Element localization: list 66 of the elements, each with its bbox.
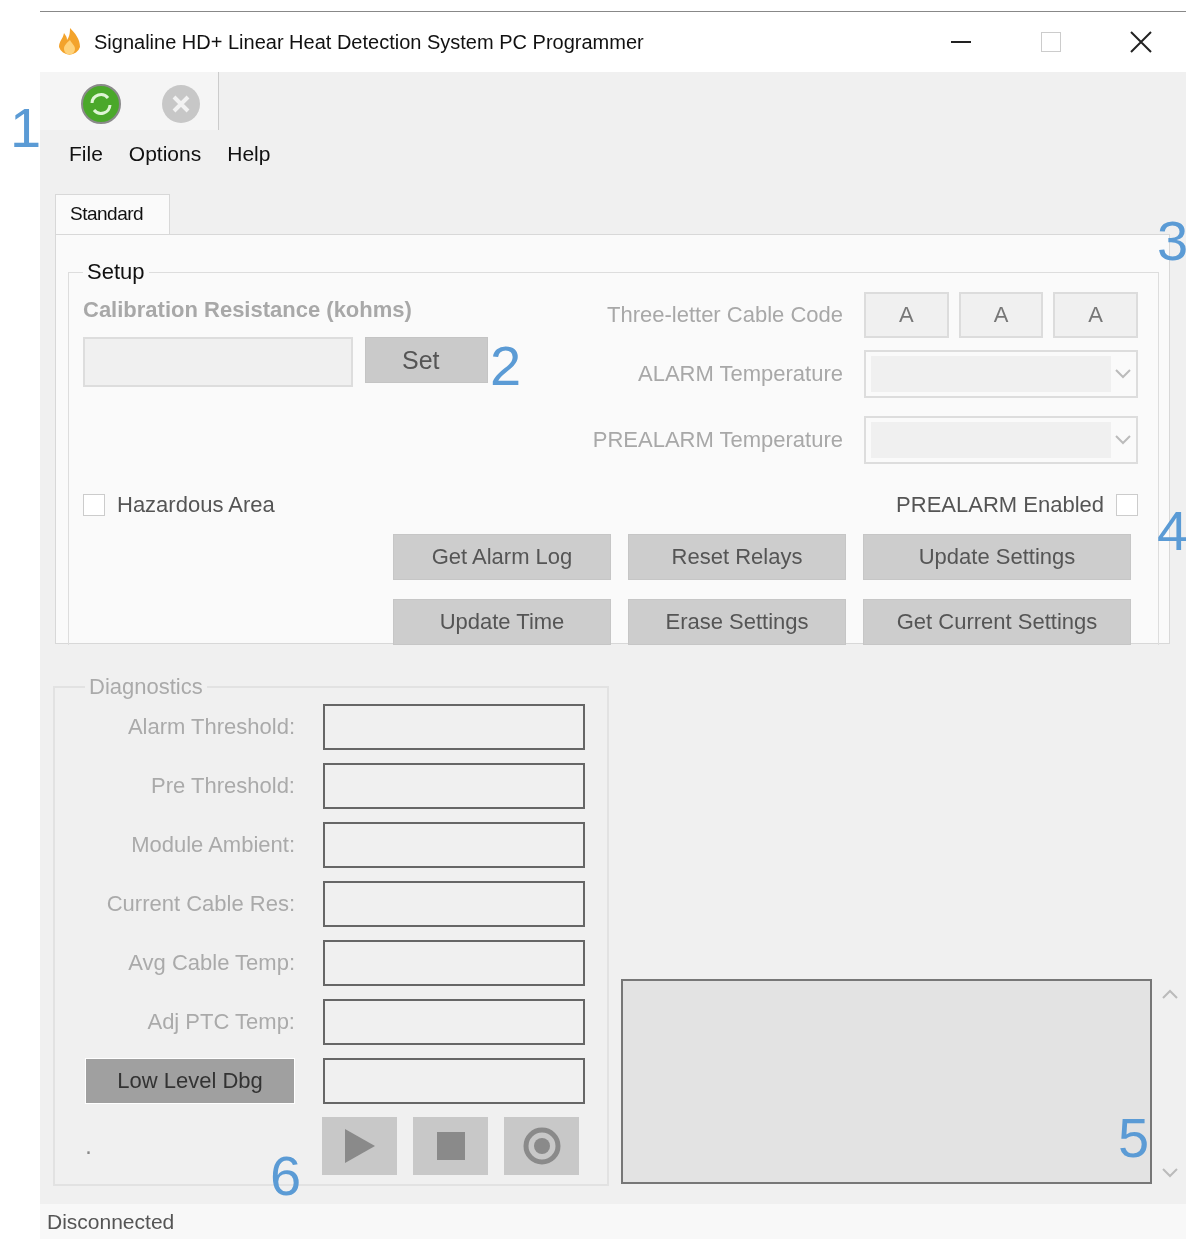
toolbar-button[interactable] — [80, 83, 122, 125]
window-title: Signaline HD+ Linear Heat Detection System PC Programmer — [94, 30, 645, 54]
action-button[interactable]: Update Time — [393, 599, 611, 645]
scroll-down-icon[interactable] — [1162, 1168, 1178, 1178]
action-button[interactable]: Get Alarm Log — [393, 534, 611, 580]
letter-button[interactable]: A — [958, 292, 1044, 338]
callout-number: 3 — [1157, 213, 1186, 269]
readout-field[interactable] — [323, 822, 585, 868]
field-label: Avg Cable Temp: — [127, 950, 295, 976]
readout-field[interactable] — [323, 763, 585, 809]
field-label: PREALARM Temperature — [591, 427, 843, 453]
readout-field[interactable] — [323, 881, 585, 927]
play-icon — [342, 1128, 377, 1164]
callout-number: 6 — [270, 1148, 302, 1204]
callout-number: 2 — [490, 338, 522, 394]
media-button[interactable] — [413, 1117, 488, 1175]
field-label: Three-letter Cable Code — [606, 302, 843, 328]
temperature-dropdown[interactable] — [864, 416, 1138, 464]
scroll-up-icon[interactable] — [1162, 989, 1178, 999]
maximize-icon — [1041, 32, 1061, 52]
media-button[interactable] — [504, 1117, 579, 1175]
readout-field[interactable] — [323, 940, 585, 986]
group-title: Diagnostics — [88, 674, 204, 700]
field-label: Pre Threshold: — [150, 773, 295, 799]
checkbox[interactable] — [83, 494, 105, 516]
field-label: Adj PTC Temp: — [146, 1009, 295, 1035]
readout-field[interactable] — [323, 999, 585, 1045]
field-label: Calibration Resistance (kohms) — [83, 297, 413, 323]
letter-button[interactable]: A — [1053, 292, 1138, 338]
media-button[interactable] — [322, 1117, 397, 1175]
minimize-icon — [951, 41, 971, 43]
callout-number: 5 — [1118, 1110, 1150, 1166]
readout-field[interactable] — [323, 1058, 585, 1104]
action-button[interactable]: Reset Relays — [628, 534, 846, 580]
menu-item[interactable]: Help — [220, 138, 290, 170]
checkbox[interactable] — [1116, 494, 1138, 516]
low-level-debug-button[interactable]: Low Level Dbg — [85, 1058, 295, 1104]
group-title: Setup — [86, 259, 146, 285]
chevron-down-icon[interactable] — [1115, 369, 1131, 379]
log-area[interactable] — [621, 979, 1152, 1184]
chevron-down-icon[interactable] — [1115, 435, 1131, 445]
set-button[interactable]: Set — [365, 337, 488, 383]
refresh-icon — [80, 83, 122, 125]
checkbox-label: PREALARM Enabled — [896, 492, 1104, 518]
menu-item[interactable]: Options — [121, 138, 221, 170]
indicator-text: . — [85, 1133, 93, 1159]
letter-button[interactable]: A — [864, 292, 949, 338]
action-button[interactable]: Update Settings — [863, 534, 1131, 580]
close-icon — [1130, 31, 1152, 53]
status-text: Disconnected — [47, 1210, 175, 1234]
temperature-dropdown[interactable] — [864, 350, 1138, 398]
record-icon — [521, 1126, 562, 1166]
field-label: Current Cable Res: — [105, 891, 295, 917]
field-label: Alarm Threshold: — [126, 714, 295, 740]
field-label: ALARM Temperature — [637, 361, 843, 387]
stop-icon — [436, 1132, 465, 1160]
menu-item[interactable]: File — [62, 138, 122, 170]
tab[interactable]: Standard — [55, 194, 170, 234]
callout-number: 4 — [1157, 503, 1186, 559]
field-label: Module Ambient: — [130, 832, 295, 858]
callout-number: 1 — [10, 100, 42, 156]
checkbox-label: Hazardous Area — [117, 492, 275, 518]
readout-field[interactable] — [323, 704, 585, 750]
action-button[interactable]: Erase Settings — [628, 599, 846, 645]
action-button[interactable]: Get Current Settings — [863, 599, 1131, 645]
close-icon — [160, 83, 202, 125]
